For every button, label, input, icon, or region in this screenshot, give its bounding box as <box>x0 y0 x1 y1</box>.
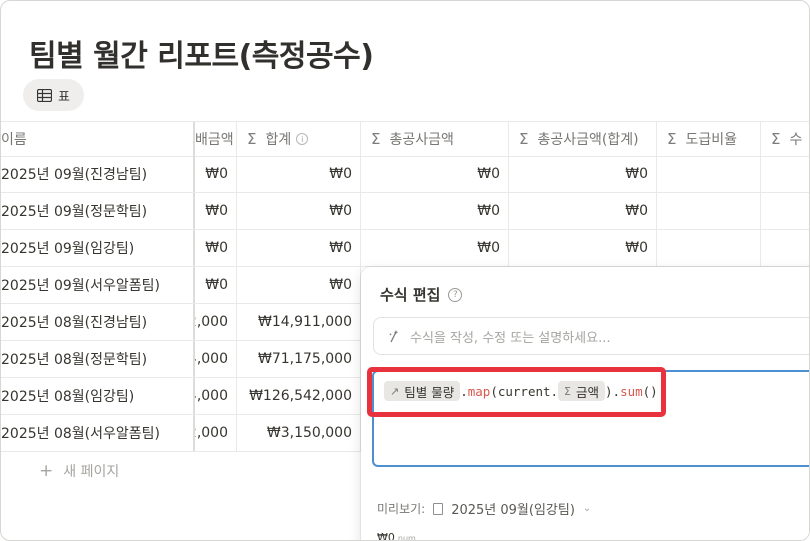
column-header-ratio[interactable]: Σ 도급비율 <box>657 122 761 156</box>
cell-extra[interactable] <box>761 230 809 266</box>
cell-amount[interactable]: 2,000 <box>195 415 237 451</box>
column-header-total-sum[interactable]: Σ 총공사금액(합계) <box>509 122 657 156</box>
cell-extra[interactable] <box>761 193 809 229</box>
cell-sum[interactable]: ₩0 <box>237 156 361 192</box>
table-row[interactable]: 2025년 09월(진경남팀) ₩0 ₩0 ₩0 ₩0 <box>1 156 809 193</box>
cell-sum[interactable]: ₩0 <box>237 267 361 303</box>
cell-name[interactable]: 2025년 09월(진경남팀) <box>1 156 195 192</box>
preview-selector[interactable]: 미리보기: 2025년 09월(임강팀) ⌄ <box>377 499 591 518</box>
cell-total[interactable]: ₩0 <box>361 193 509 229</box>
preview-result: ₩0 num <box>377 531 416 541</box>
cell-name[interactable]: 2025년 08월(서우알폼팀) <box>1 415 195 451</box>
panel-title: 수식 편집 ? <box>380 284 463 305</box>
cell-extra[interactable] <box>761 156 809 192</box>
view-label: 표 <box>58 89 70 105</box>
sigma-icon: Σ <box>247 130 257 148</box>
sigma-icon: Σ <box>667 130 677 148</box>
cell-ratio[interactable] <box>657 230 761 266</box>
page-icon <box>433 502 444 515</box>
cell-name[interactable]: 2025년 09월(정문학팀) <box>1 193 195 229</box>
new-page-label: 새 페이지 <box>63 464 120 480</box>
ai-formula-input[interactable]: 수식을 작성, 수정 또는 설명하세요... <box>373 317 809 355</box>
cell-amount[interactable]: 2,000 <box>195 304 237 340</box>
table-row[interactable]: 2025년 09월(정문학팀) ₩0 ₩0 ₩0 ₩0 <box>1 193 809 230</box>
help-icon[interactable]: ? <box>448 287 463 302</box>
table-row[interactable]: 2025년 09월(임강팀) ₩0 ₩0 ₩0 ₩0 <box>1 230 809 267</box>
cell-amount[interactable]: ₩0 <box>195 193 237 229</box>
cell-amount[interactable]: 4,000 <box>195 341 237 377</box>
table-icon <box>37 88 53 102</box>
cell-sum[interactable]: ₩3,150,000 <box>237 415 361 451</box>
cell-sum[interactable]: ₩71,175,000 <box>237 341 361 377</box>
page-title: 팀별 월간 리포트(측정공수) <box>29 39 374 74</box>
table-header: 이름 배금액 Σ 합계 i Σ 총공사금액 Σ 총공사금액(합계) Σ 도급비율… <box>1 121 809 157</box>
cell-total-sum[interactable]: ₩0 <box>509 230 657 266</box>
cell-total[interactable]: ₩0 <box>361 156 509 192</box>
column-header-sum[interactable]: Σ 합계 i <box>237 122 361 156</box>
plus-icon: + <box>39 461 54 481</box>
app-window: 팀별 월간 리포트(측정공수) 표 이름 배금액 Σ 합계 i Σ 총공사금액 … <box>0 0 810 541</box>
column-header-extra[interactable]: Σ 수 <box>761 122 809 156</box>
ai-sparkle-icon <box>389 330 399 343</box>
column-header-amount[interactable]: 배금액 <box>195 122 237 156</box>
cell-name[interactable]: 2025년 08월(정문학팀) <box>1 341 195 377</box>
new-page-button[interactable]: + 새 페이지 <box>39 461 119 481</box>
chevron-down-icon: ⌄ <box>582 503 592 514</box>
column-header-name[interactable]: 이름 <box>1 122 195 156</box>
cell-total[interactable]: ₩0 <box>361 230 509 266</box>
cell-sum[interactable]: ₩0 <box>237 230 361 266</box>
sigma-icon: Σ <box>519 130 529 148</box>
cell-name[interactable]: 2025년 09월(임강팀) <box>1 230 195 266</box>
cell-sum[interactable]: ₩14,911,000 <box>237 304 361 340</box>
formula-editor-panel: 수식 편집 ? 수식을 작성, 수정 또는 설명하세요... ↗ 팀별 물량 .… <box>361 267 809 541</box>
cell-name[interactable]: 2025년 09월(서우알폼팀) <box>1 267 195 303</box>
cell-name[interactable]: 2025년 08월(진경남팀) <box>1 304 195 340</box>
cell-sum[interactable]: ₩0 <box>237 193 361 229</box>
column-header-total[interactable]: Σ 총공사금액 <box>361 122 509 156</box>
cell-total-sum[interactable]: ₩0 <box>509 193 657 229</box>
cell-ratio[interactable] <box>657 193 761 229</box>
table-view-tab[interactable]: 표 <box>23 79 84 111</box>
cell-amount[interactable]: ₩0 <box>195 156 237 192</box>
sigma-icon: Σ <box>371 130 381 148</box>
cell-sum[interactable]: ₩126,542,000 <box>237 378 361 414</box>
cell-amount[interactable]: ₩0 <box>195 230 237 266</box>
ai-input-placeholder: 수식을 작성, 수정 또는 설명하세요... <box>410 330 611 346</box>
cell-amount[interactable]: 4,000 <box>195 378 237 414</box>
cell-ratio[interactable] <box>657 156 761 192</box>
info-icon: i <box>296 133 309 145</box>
sigma-icon: Σ <box>771 130 781 148</box>
cell-total-sum[interactable]: ₩0 <box>509 156 657 192</box>
cell-name[interactable]: 2025년 08월(임강팀) <box>1 378 195 414</box>
cell-amount[interactable]: ₩0 <box>195 267 237 303</box>
highlight-box <box>367 367 666 417</box>
